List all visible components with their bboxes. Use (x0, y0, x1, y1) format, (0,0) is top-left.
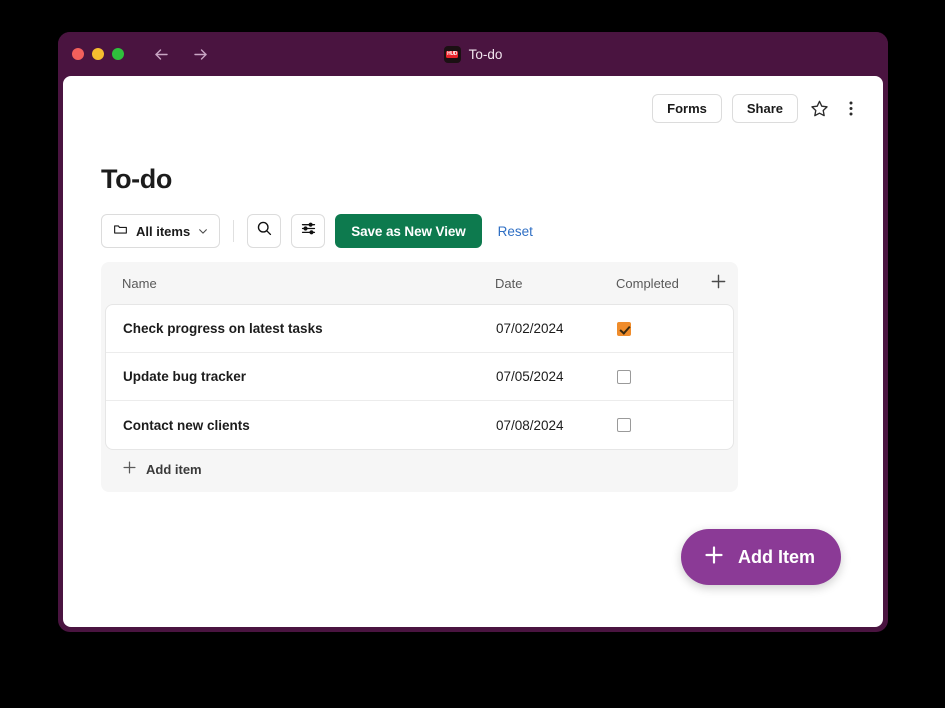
cell-completed (617, 370, 707, 384)
back-arrow-icon[interactable] (150, 43, 173, 66)
table-rows-card: Check progress on latest tasks 07/02/202… (105, 304, 734, 450)
search-icon (256, 220, 273, 242)
items-table: Name Date Completed Check progress o (101, 262, 738, 492)
table-row[interactable]: Check progress on latest tasks 07/02/202… (106, 305, 733, 353)
add-item-fab-label: Add Item (738, 547, 815, 568)
table-row[interactable]: Contact new clients 07/08/2024 (106, 401, 733, 449)
traffic-lights (72, 48, 124, 60)
plus-icon (122, 460, 137, 478)
completed-checkbox[interactable] (617, 370, 631, 384)
column-header-completed[interactable]: Completed (616, 276, 706, 291)
cell-date: 07/05/2024 (496, 369, 617, 384)
reset-link[interactable]: Reset (498, 224, 533, 239)
column-header-date[interactable]: Date (495, 276, 616, 291)
window-titlebar: HUD To-do (58, 32, 888, 76)
completed-checkbox[interactable] (617, 418, 631, 432)
column-header-name[interactable]: Name (122, 276, 495, 291)
tab-title-label: To-do (469, 47, 503, 62)
share-button[interactable]: Share (732, 94, 798, 123)
sliders-icon (300, 220, 317, 242)
forms-button[interactable]: Forms (652, 94, 722, 123)
favicon-badge-text: HUD (446, 51, 458, 58)
page-top-toolbar: Forms Share (652, 94, 861, 123)
close-window-button[interactable] (72, 48, 84, 60)
cell-name: Update bug tracker (123, 369, 496, 384)
add-item-fab[interactable]: Add Item (681, 529, 841, 585)
forward-arrow-icon[interactable] (189, 43, 212, 66)
save-as-new-view-button[interactable]: Save as New View (335, 214, 481, 248)
plus-icon (703, 544, 725, 571)
star-icon[interactable] (808, 97, 831, 120)
add-column-button[interactable] (710, 273, 727, 293)
site-favicon-icon: HUD (444, 46, 461, 63)
maximize-window-button[interactable] (112, 48, 124, 60)
minimize-window-button[interactable] (92, 48, 104, 60)
chevron-down-icon (198, 224, 208, 239)
view-selector-dropdown[interactable]: All items (101, 214, 220, 248)
view-selector-label: All items (136, 224, 190, 239)
page-content: Forms Share To-do (63, 76, 883, 627)
cell-name: Contact new clients (123, 418, 496, 433)
add-item-row-button[interactable]: Add item (101, 450, 738, 488)
search-button[interactable] (247, 214, 281, 248)
plus-icon (710, 273, 727, 293)
filter-toolbar: All items (101, 214, 533, 248)
toolbar-divider (233, 220, 234, 242)
cell-completed (617, 322, 707, 336)
completed-checkbox[interactable] (617, 322, 631, 336)
cell-name: Check progress on latest tasks (123, 321, 496, 336)
cell-date: 07/02/2024 (496, 321, 617, 336)
table-row[interactable]: Update bug tracker 07/05/2024 (106, 353, 733, 401)
cell-completed (617, 418, 707, 432)
table-header-row: Name Date Completed (101, 262, 738, 304)
navigation-arrows (150, 43, 212, 66)
filter-button[interactable] (291, 214, 325, 248)
cell-date: 07/08/2024 (496, 418, 617, 433)
folder-icon (113, 222, 128, 240)
kebab-menu-icon[interactable] (841, 97, 861, 120)
add-item-row-label: Add item (146, 462, 202, 477)
browser-window: HUD To-do Forms Share To-do (58, 32, 888, 632)
page-title: To-do (101, 164, 172, 195)
